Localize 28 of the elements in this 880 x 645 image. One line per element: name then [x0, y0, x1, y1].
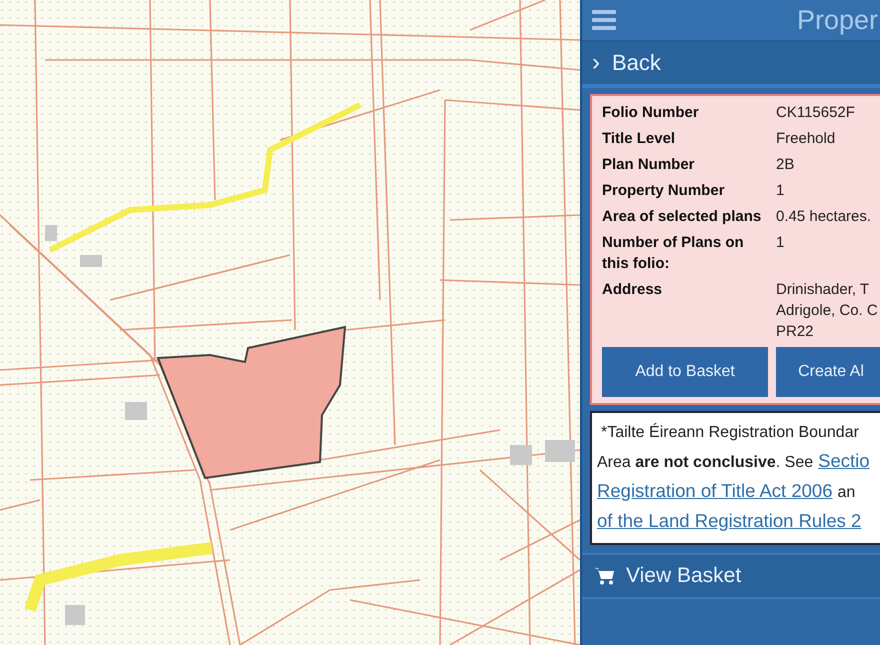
- panel-title: Proper: [796, 4, 879, 36]
- back-button[interactable]: › Back: [582, 42, 880, 88]
- detail-value: 2B: [776, 155, 794, 175]
- detail-label: Plan Number: [602, 155, 696, 175]
- detail-label: Area of selected plans: [602, 207, 762, 227]
- menu-icon[interactable]: [592, 10, 616, 30]
- detail-label: Address: [602, 280, 664, 300]
- disclaimer-text: *Tailte Éireann Registration Boundar: [601, 424, 859, 441]
- detail-value: 1: [776, 181, 784, 201]
- detail-label: Number of Plans on this folio:: [602, 233, 745, 274]
- detail-value: Freehold: [776, 129, 836, 149]
- action-button[interactable]: Create Al: [776, 347, 880, 397]
- detail-value: Drinishader, T Adrigole, Co. C PR22: [776, 280, 878, 342]
- disclaimer-link[interactable]: Registration of Title Act 2006: [597, 480, 832, 501]
- disclaimer-text: an: [838, 484, 856, 501]
- disclaimer-text: Area are not conclusive. See: [597, 454, 814, 471]
- detail-label: Folio Number: [602, 103, 700, 123]
- detail-value: 0.45 hectares.: [776, 207, 872, 227]
- disclaimer-link[interactable]: Sectio: [818, 450, 870, 471]
- detail-label: Title Level: [602, 129, 676, 149]
- view-basket-button[interactable]: View Basket: [582, 553, 880, 599]
- detail-value: CK115652F: [776, 103, 855, 123]
- detail-value: 1: [776, 233, 784, 253]
- selected-parcel[interactable]: [156, 326, 346, 480]
- detail-label: Property Number: [602, 181, 726, 201]
- cart-icon: [594, 567, 614, 585]
- disclaimer-link[interactable]: of the Land Registration Rules 2: [597, 510, 862, 531]
- action-button[interactable]: Add to Basket: [602, 347, 768, 397]
